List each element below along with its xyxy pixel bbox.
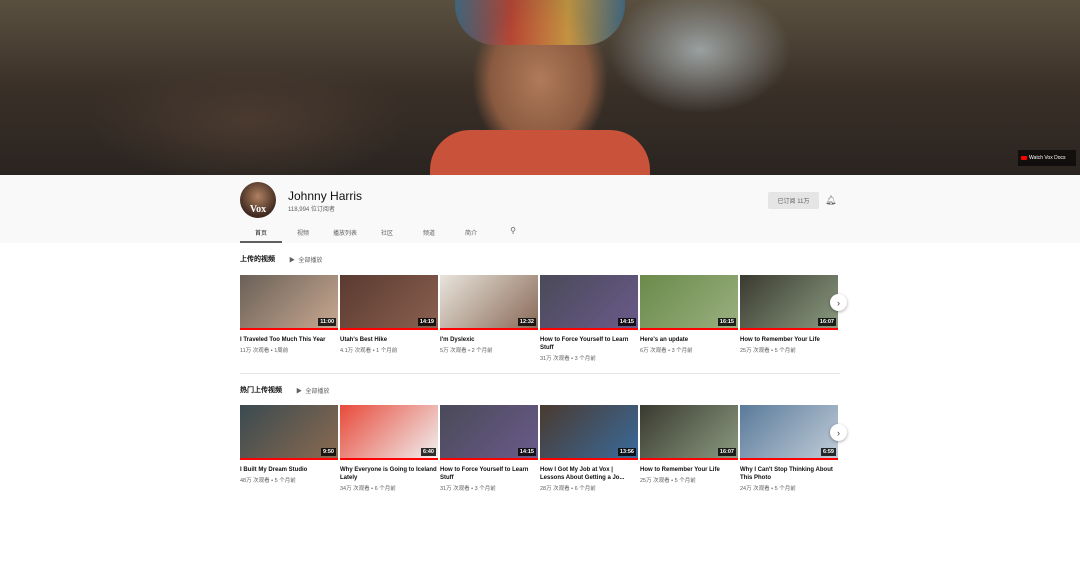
search-icon[interactable]: ⚲ <box>492 222 534 243</box>
video-meta: 11万 次观看 • 1周前 <box>240 348 289 354</box>
banner-image-detail <box>430 130 650 175</box>
tab-home[interactable]: 首页 <box>240 222 282 243</box>
video-card[interactable]: 16:07 How to Remember Your Life 25万 次观看 … <box>740 275 838 362</box>
channel-name: Johnny Harris <box>288 189 363 203</box>
video-meta: 24万 次观看 • 5 个月前 <box>740 486 796 492</box>
section-header: 上传的视频 ▶ 全部播放 <box>240 254 322 264</box>
video-thumbnail[interactable]: 16:15 <box>640 275 738 330</box>
video-thumbnail[interactable]: 6:59 <box>740 405 838 460</box>
play-all-button[interactable]: ▶ 全部播放 <box>289 255 322 264</box>
video-title[interactable]: Why Everyone is Going to Iceland Lately <box>340 466 438 482</box>
video-card[interactable]: 14:19 Utah's Best Hike 4.1万 次观看 • 1 个月前 <box>340 275 438 362</box>
banner-link-label: Watch Vox Docs <box>1029 155 1066 161</box>
video-card[interactable]: 6:40 Why Everyone is Going to Iceland La… <box>340 405 438 492</box>
banner-image <box>455 0 625 45</box>
video-meta: 48万 次观看 • 5 个月前 <box>240 478 296 484</box>
video-duration: 14:15 <box>517 448 536 456</box>
video-meta: 25万 次观看 • 5 个月前 <box>640 478 696 484</box>
play-all-label: 全部播放 <box>298 257 323 264</box>
video-duration: 16:07 <box>717 448 736 456</box>
video-meta: 25万 次观看 • 5 个月前 <box>740 348 796 354</box>
tab-about[interactable]: 简介 <box>450 222 492 243</box>
video-duration: 13:56 <box>617 448 636 456</box>
video-card[interactable]: 9:50 I Built My Dream Studio 48万 次观看 • 5… <box>240 405 338 492</box>
video-thumbnail[interactable]: 12:32 <box>440 275 538 330</box>
video-title[interactable]: How to Force Yourself to Learn Stuff <box>540 336 638 352</box>
video-duration: 16:07 <box>817 318 836 326</box>
video-duration: 14:15 <box>617 318 636 326</box>
next-arrow-button[interactable]: › <box>830 294 847 311</box>
youtube-icon <box>1021 156 1027 160</box>
video-meta: 31万 次观看 • 3 个月前 <box>540 356 596 362</box>
video-title[interactable]: How to Remember Your Life <box>640 466 738 474</box>
play-all-button[interactable]: ▶ 全部播放 <box>296 386 329 395</box>
video-title[interactable]: Why I Can't Stop Thinking About This Pho… <box>740 466 838 482</box>
video-duration: 12:32 <box>517 318 536 326</box>
video-title[interactable]: How to Remember Your Life <box>740 336 838 344</box>
tab-community[interactable]: 社区 <box>366 222 408 243</box>
subscribed-button[interactable]: 已订阅 11万 <box>768 192 819 209</box>
video-meta: 4.1万 次观看 • 1 个月前 <box>340 348 398 354</box>
video-card[interactable]: 16:07 How to Remember Your Life 25万 次观看 … <box>640 405 738 492</box>
video-card[interactable]: 11:00 I Traveled Too Much This Year 11万 … <box>240 275 338 362</box>
video-thumbnail[interactable]: 16:07 <box>740 275 838 330</box>
channel-header <box>0 175 1080 243</box>
video-duration: 6:59 <box>820 448 836 456</box>
video-title[interactable]: Utah's Best Hike <box>340 336 438 344</box>
tab-playlists[interactable]: 播放列表 <box>324 222 366 243</box>
video-title[interactable]: Here's an update <box>640 336 738 344</box>
video-thumbnail[interactable]: 14:15 <box>540 275 638 330</box>
video-shelf: 11:00 I Traveled Too Much This Year 11万 … <box>240 275 838 362</box>
channel-tabs: 首页 视频 播放列表 社区 频道 简介 ⚲ <box>240 222 534 243</box>
section-title: 上传的视频 <box>240 256 275 263</box>
next-arrow-button[interactable]: › <box>830 424 847 441</box>
video-shelf: 9:50 I Built My Dream Studio 48万 次观看 • 5… <box>240 405 838 492</box>
video-card[interactable]: 16:15 Here's an update 6万 次观看 • 3 个月前 <box>640 275 738 362</box>
video-meta: 5万 次观看 • 2 个月前 <box>440 348 493 354</box>
video-duration: 11:00 <box>318 318 336 326</box>
video-title[interactable]: How to Force Yourself to Learn Stuff <box>440 466 538 482</box>
video-thumbnail[interactable]: 16:07 <box>640 405 738 460</box>
divider <box>240 373 840 374</box>
channel-banner: Watch Vox Docs <box>0 0 1080 175</box>
tab-channels[interactable]: 频道 <box>408 222 450 243</box>
tab-videos[interactable]: 视频 <box>282 222 324 243</box>
video-card[interactable]: 14:15 How to Force Yourself to Learn Stu… <box>540 275 638 362</box>
video-thumbnail[interactable]: 11:00 <box>240 275 338 330</box>
video-duration: 14:19 <box>417 318 436 326</box>
video-meta: 34万 次观看 • 6 个月前 <box>340 486 396 492</box>
video-title[interactable]: I'm Dyslexic <box>440 336 538 344</box>
video-thumbnail[interactable]: 14:19 <box>340 275 438 330</box>
video-title[interactable]: I Traveled Too Much This Year <box>240 336 338 344</box>
video-thumbnail[interactable]: 14:15 <box>440 405 538 460</box>
video-meta: 28万 次观看 • 6 个月前 <box>540 486 596 492</box>
video-meta: 31万 次观看 • 3 个月前 <box>440 486 496 492</box>
section-title: 热门上传视频 <box>240 387 282 394</box>
banner-link[interactable]: Watch Vox Docs <box>1018 150 1076 166</box>
video-meta: 6万 次观看 • 3 个月前 <box>640 348 693 354</box>
video-thumbnail[interactable]: 9:50 <box>240 405 338 460</box>
video-card[interactable]: 13:56 How I Got My Job at Vox | Lessons … <box>540 405 638 492</box>
video-thumbnail[interactable]: 13:56 <box>540 405 638 460</box>
bell-icon[interactable]: 🔔︎ <box>825 195 836 206</box>
play-all-label: 全部播放 <box>305 388 330 395</box>
video-duration: 6:40 <box>420 448 436 456</box>
video-title[interactable]: I Built My Dream Studio <box>240 466 338 474</box>
video-title[interactable]: How I Got My Job at Vox | Lessons About … <box>540 466 638 482</box>
video-card[interactable]: 12:32 I'm Dyslexic 5万 次观看 • 2 个月前 <box>440 275 538 362</box>
subscriber-count: 118,994 位订阅者 <box>288 207 335 213</box>
video-card[interactable]: 14:15 How to Force Yourself to Learn Stu… <box>440 405 538 492</box>
video-thumbnail[interactable]: 6:40 <box>340 405 438 460</box>
section-header: 热门上传视频 ▶ 全部播放 <box>240 385 329 395</box>
video-duration: 16:15 <box>717 318 736 326</box>
video-duration: 9:50 <box>320 448 336 456</box>
video-card[interactable]: 6:59 Why I Can't Stop Thinking About Thi… <box>740 405 838 492</box>
avatar[interactable]: Vox <box>240 182 276 218</box>
